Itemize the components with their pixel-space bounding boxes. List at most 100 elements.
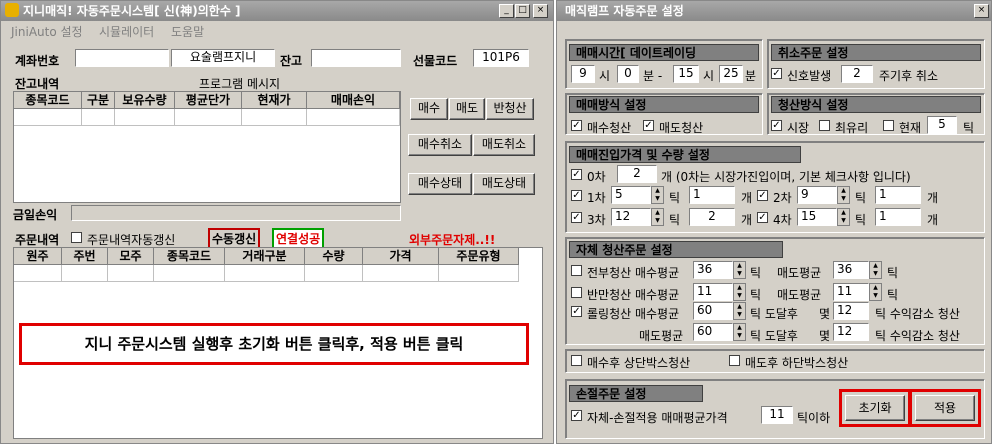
entry4-checkbox[interactable]: ✓ bbox=[757, 212, 768, 223]
orders-row[interactable] bbox=[62, 265, 108, 282]
holdings-row[interactable] bbox=[82, 109, 115, 126]
rolling-clear-checkbox[interactable]: ✓ bbox=[571, 306, 582, 317]
entry3-checkbox[interactable]: ✓ bbox=[571, 212, 582, 223]
half-clear-sell-spinner[interactable]: ▲ ▼ bbox=[869, 283, 882, 301]
futures-code-field[interactable]: 101P6 bbox=[473, 49, 529, 67]
cancel-period-input[interactable]: 2 bbox=[841, 65, 873, 83]
start-hour-input[interactable]: 9 bbox=[571, 65, 595, 83]
orders-row[interactable] bbox=[225, 265, 305, 282]
rolling-sell-count-input[interactable]: 12 bbox=[833, 323, 869, 341]
orders-row[interactable] bbox=[14, 265, 62, 282]
manual-refresh-button[interactable]: 수동갱신 bbox=[208, 228, 261, 249]
half-clear-buy-spinner[interactable]: ▲ ▼ bbox=[733, 283, 746, 301]
entry3-qty-input[interactable]: 2 bbox=[689, 208, 735, 226]
sell-clear-checkbox[interactable]: ✓ bbox=[643, 120, 654, 131]
entry1-tick-input[interactable]: 5 bbox=[611, 186, 651, 204]
menu-help[interactable]: 도움말 bbox=[171, 23, 204, 40]
menu-jiniauto[interactable]: JiniAuto 설정 bbox=[11, 23, 83, 40]
buy-button[interactable]: 매수 bbox=[410, 98, 448, 120]
connection-status-badge: 연결성공 bbox=[272, 228, 325, 249]
stop-loss-checkbox[interactable]: ✓ bbox=[571, 410, 582, 421]
holdings-row[interactable] bbox=[242, 109, 307, 126]
entry2-checkbox[interactable]: ✓ bbox=[757, 190, 768, 201]
buy-clear-checkbox[interactable]: ✓ bbox=[571, 120, 582, 131]
entry4-qty-input[interactable]: 1 bbox=[875, 208, 921, 226]
market-checkbox[interactable]: ✓ bbox=[771, 120, 782, 131]
orders-row[interactable] bbox=[439, 265, 519, 282]
init-button[interactable]: 초기화 bbox=[845, 395, 905, 421]
upper-box-checkbox[interactable] bbox=[571, 355, 582, 366]
entry4-tick-spinner[interactable]: ▲ ▼ bbox=[837, 208, 850, 226]
entry4-tick-input[interactable]: 15 bbox=[797, 208, 837, 226]
full-clear-buy-input[interactable]: 36 bbox=[693, 261, 733, 279]
full-clear-checkbox[interactable] bbox=[571, 265, 582, 276]
entry1-qty-input[interactable]: 1 bbox=[689, 186, 735, 204]
rolling-clear-label: 롤링청산 매수평균 bbox=[587, 307, 680, 321]
signal-label: 신호발생 bbox=[787, 69, 832, 83]
entry3-qty-unit: 개 bbox=[741, 213, 753, 227]
orders-row[interactable] bbox=[305, 265, 363, 282]
apply-button[interactable]: 적용 bbox=[915, 395, 975, 421]
end-hour-input[interactable]: 15 bbox=[673, 65, 699, 83]
half-clear-sell-input[interactable]: 11 bbox=[833, 283, 869, 301]
entry2-tick-spinner[interactable]: ▲ ▼ bbox=[837, 186, 850, 204]
holdings-row[interactable] bbox=[14, 109, 82, 126]
rolling-buy-input[interactable]: 60 bbox=[693, 302, 733, 320]
clear-tick-input[interactable]: 5 bbox=[927, 116, 957, 134]
holdings-row[interactable] bbox=[307, 109, 400, 126]
close-button[interactable]: × bbox=[533, 4, 548, 18]
entry2-qty-input[interactable]: 1 bbox=[875, 186, 921, 204]
sell-cancel-button[interactable]: 매도취소 bbox=[473, 134, 535, 156]
signal-checkbox[interactable]: ✓ bbox=[771, 68, 782, 79]
entry2-tick-input[interactable]: 9 bbox=[797, 186, 837, 204]
full-clear-buy-spinner[interactable]: ▲ ▼ bbox=[733, 261, 746, 279]
buy-cancel-button[interactable]: 매수취소 bbox=[408, 134, 472, 156]
entry-group-title: 매매진입가격 및 수량 설정 bbox=[569, 146, 801, 163]
current-price-checkbox[interactable] bbox=[883, 120, 894, 131]
entry3-tick-spinner[interactable]: ▲ ▼ bbox=[651, 208, 664, 226]
rolling-sell-input[interactable]: 60 bbox=[693, 323, 733, 341]
minimize-button[interactable]: _ bbox=[499, 4, 514, 18]
orders-row[interactable] bbox=[363, 265, 439, 282]
balance-label: 잔고 bbox=[280, 54, 303, 68]
end-minute-input[interactable]: 25 bbox=[719, 65, 743, 83]
rolling-sell-spinner[interactable]: ▲ ▼ bbox=[733, 323, 746, 341]
menu-simulator[interactable]: 시뮬레이터 bbox=[99, 23, 154, 40]
maximize-button[interactable]: □ bbox=[515, 4, 530, 18]
entry0-checkbox[interactable]: ✓ bbox=[571, 169, 582, 180]
entry1-tick-spinner[interactable]: ▲ ▼ bbox=[651, 186, 664, 204]
best-price-checkbox[interactable] bbox=[819, 120, 830, 131]
orders-row[interactable] bbox=[108, 265, 154, 282]
rolling-sell-label: 매도평균 bbox=[639, 329, 684, 343]
full-clear-sell-spinner[interactable]: ▲ ▼ bbox=[869, 261, 882, 279]
holdings-row[interactable] bbox=[115, 109, 175, 126]
entry3-tick-input[interactable]: 12 bbox=[611, 208, 651, 226]
stop-loss-input[interactable]: 11 bbox=[761, 406, 793, 424]
auto-refresh-checkbox[interactable] bbox=[71, 232, 82, 243]
full-clear-sell-input[interactable]: 36 bbox=[833, 261, 869, 279]
entry1-checkbox[interactable]: ✓ bbox=[571, 190, 582, 201]
half-clear-checkbox[interactable] bbox=[571, 287, 582, 298]
account-input[interactable] bbox=[75, 49, 169, 67]
lower-box-checkbox[interactable] bbox=[729, 355, 740, 366]
sell-status-button[interactable]: 매도상태 bbox=[473, 173, 535, 195]
right-close-button[interactable]: × bbox=[974, 4, 989, 18]
market-label: 시장 bbox=[787, 121, 810, 135]
sell-button[interactable]: 매도 bbox=[449, 98, 485, 120]
orders-row[interactable] bbox=[154, 265, 225, 282]
holdings-row[interactable] bbox=[175, 109, 242, 126]
stop-loss-label: 자체-손절적용 매매평균가격 bbox=[587, 411, 728, 425]
entry0-qty-input[interactable]: 2 bbox=[617, 165, 657, 183]
buy-status-button[interactable]: 매수상태 bbox=[408, 173, 472, 195]
rolling-buy-count-input[interactable]: 12 bbox=[833, 302, 869, 320]
half-clear-button[interactable]: 반청산 bbox=[486, 98, 534, 120]
start-minute-input[interactable]: 0 bbox=[617, 65, 639, 83]
hour-label-1: 시 bbox=[599, 69, 611, 83]
rolling-buy-spinner[interactable]: ▲ ▼ bbox=[733, 302, 746, 320]
orders-col-qty: 수량 bbox=[305, 248, 363, 265]
half-clear-buy-input[interactable]: 11 bbox=[693, 283, 733, 301]
holdings-label: 잔고내역 bbox=[15, 77, 60, 91]
right-title-bar: 매직램프 자동주문 설정 bbox=[557, 1, 991, 21]
left-window: 지니매직! 자동주문시스템[ 신(神)의한수 ] _ □ × JiniAuto … bbox=[0, 0, 554, 444]
stop-loss-suffix: 틱이하 bbox=[797, 411, 831, 425]
